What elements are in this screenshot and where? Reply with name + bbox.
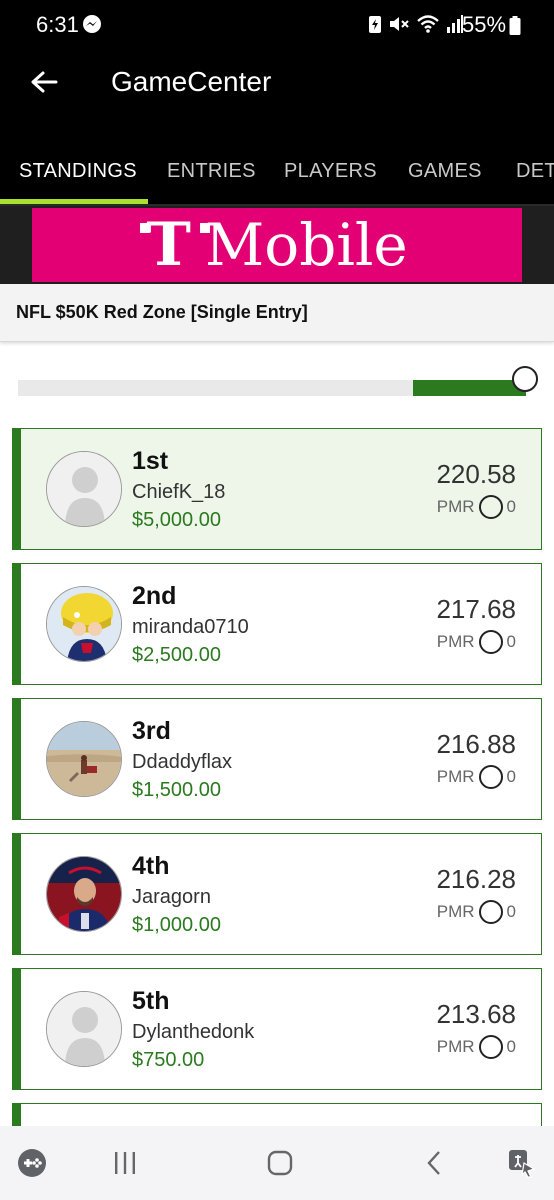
username: Ddaddyflax xyxy=(132,751,233,773)
pmr-circle-icon xyxy=(478,630,503,654)
beach-photo-avatar xyxy=(46,721,122,797)
pmr-value: 0 xyxy=(506,632,516,651)
back-icon xyxy=(427,1151,440,1175)
contest-name: NFL $50K Red Zone [Single Entry] xyxy=(16,302,308,322)
pmr-circle-icon xyxy=(478,765,503,789)
pmr-label: PMR xyxy=(436,497,475,516)
username: miranda0710 xyxy=(132,616,249,638)
jersey-photo-avatar xyxy=(46,856,122,932)
tab-bar: STANDINGS ENTRIES PLAYERS GAMES DETA xyxy=(0,140,554,206)
status-bar: 6:31 55% xyxy=(0,0,554,50)
battery-icon xyxy=(509,16,521,41)
pmr-indicator: PMR 0 xyxy=(437,765,516,789)
rank-label: 1st xyxy=(132,447,169,475)
battery-saver-icon xyxy=(368,14,382,39)
score: 216.88 xyxy=(436,729,516,759)
username: ChiefK_18 xyxy=(132,481,226,503)
recent-apps-icon xyxy=(115,1152,135,1174)
score: 217.68 xyxy=(436,594,516,624)
accessibility-button[interactable] xyxy=(502,1146,542,1180)
app-bar: GameCenter xyxy=(0,50,554,140)
tab-games[interactable]: GAMES xyxy=(408,160,482,183)
standings-slider-thumb[interactable] xyxy=(512,366,538,392)
banner-brand-word: Mobile xyxy=(204,211,408,279)
pmr-indicator: PMR 0 xyxy=(437,495,516,519)
standings-row[interactable]: 3rd Ddaddyflax $1,500.00 216.88 PMR 0 xyxy=(12,698,542,820)
pmr-circle-icon xyxy=(478,495,503,519)
pmr-indicator: PMR 0 xyxy=(437,900,516,924)
tab-details[interactable]: DETA xyxy=(516,160,554,183)
prize-amount: $5,000.00 xyxy=(132,509,221,531)
contest-header: NFL $50K Red Zone [Single Entry] xyxy=(0,284,554,342)
username: Dylanthedonk xyxy=(132,1021,255,1043)
back-button[interactable] xyxy=(22,62,66,102)
tmobile-banner-ad[interactable]: T Mobile xyxy=(32,208,522,282)
system-back-button[interactable] xyxy=(415,1146,455,1180)
standings-row[interactable]: 1st ChiefK_18 $5,000.00 220.58 PMR 0 xyxy=(12,428,542,550)
pmr-indicator: PMR 0 xyxy=(437,1035,516,1059)
system-nav-bar xyxy=(0,1126,554,1200)
pmr-label: PMR xyxy=(436,902,475,921)
wifi-icon xyxy=(416,14,440,39)
recent-apps-button[interactable] xyxy=(105,1146,145,1180)
rank-label: 2nd xyxy=(132,582,177,610)
accessibility-icon xyxy=(509,1150,536,1178)
score: 213.68 xyxy=(436,999,516,1029)
active-tab-indicator xyxy=(0,199,148,204)
page-title: GameCenter xyxy=(111,66,272,97)
pmr-label: PMR xyxy=(436,1037,475,1056)
mute-icon xyxy=(388,14,410,39)
home-icon xyxy=(267,1150,293,1176)
prize-amount: $2,500.00 xyxy=(132,644,221,666)
pmr-value: 0 xyxy=(506,902,516,921)
t-logo-dots xyxy=(140,223,211,233)
pmr-value: 0 xyxy=(506,1037,516,1056)
screen: 6:31 55% GameCenter STANDINGS ENTRIES PL… xyxy=(0,0,554,1200)
score: 216.28 xyxy=(436,864,516,894)
tmobile-logo: T Mobile xyxy=(140,211,408,279)
pmr-label: PMR xyxy=(436,632,475,651)
rank-label: 5th xyxy=(132,987,170,1015)
standings-slider-fill xyxy=(413,380,526,396)
prize-amount: $1,000.00 xyxy=(132,914,221,936)
cartoon-avatar xyxy=(46,586,122,662)
game-launcher-button[interactable] xyxy=(12,1146,52,1180)
messenger-icon xyxy=(82,14,102,39)
pmr-indicator: PMR 0 xyxy=(437,630,516,654)
standings-row[interactable]: 2nd miranda0710 $2,500.00 217.68 PMR 0 xyxy=(12,563,542,685)
home-button[interactable] xyxy=(260,1146,300,1180)
default-avatar-icon xyxy=(46,451,122,527)
rank-label: 4th xyxy=(132,852,170,880)
pmr-circle-icon xyxy=(478,1035,503,1059)
prize-amount: $1,500.00 xyxy=(132,779,221,801)
username: Jaragorn xyxy=(132,886,211,908)
default-avatar-icon xyxy=(46,991,122,1067)
pmr-value: 0 xyxy=(506,767,516,786)
pmr-value: 0 xyxy=(506,497,516,516)
tab-standings[interactable]: STANDINGS xyxy=(19,160,137,183)
status-icons xyxy=(368,14,464,39)
standings-row[interactable]: 4th Jaragorn $1,000.00 216.28 PMR 0 xyxy=(12,833,542,955)
standings-row[interactable]: 5th Dylanthedonk $750.00 213.68 PMR 0 xyxy=(12,968,542,1090)
status-time: 6:31 xyxy=(36,12,79,37)
battery-percent: 55% xyxy=(462,12,507,37)
game-launcher-icon xyxy=(18,1149,46,1177)
tab-entries[interactable]: ENTRIES xyxy=(167,160,256,183)
tmobile-t-logo: T xyxy=(140,215,211,275)
back-arrow-icon xyxy=(31,71,58,93)
pmr-circle-icon xyxy=(478,900,503,924)
tab-players[interactable]: PLAYERS xyxy=(284,160,377,183)
pmr-label: PMR xyxy=(436,767,475,786)
rank-label: 3rd xyxy=(132,717,171,745)
score: 220.58 xyxy=(436,459,516,489)
prize-amount: $750.00 xyxy=(132,1049,205,1071)
